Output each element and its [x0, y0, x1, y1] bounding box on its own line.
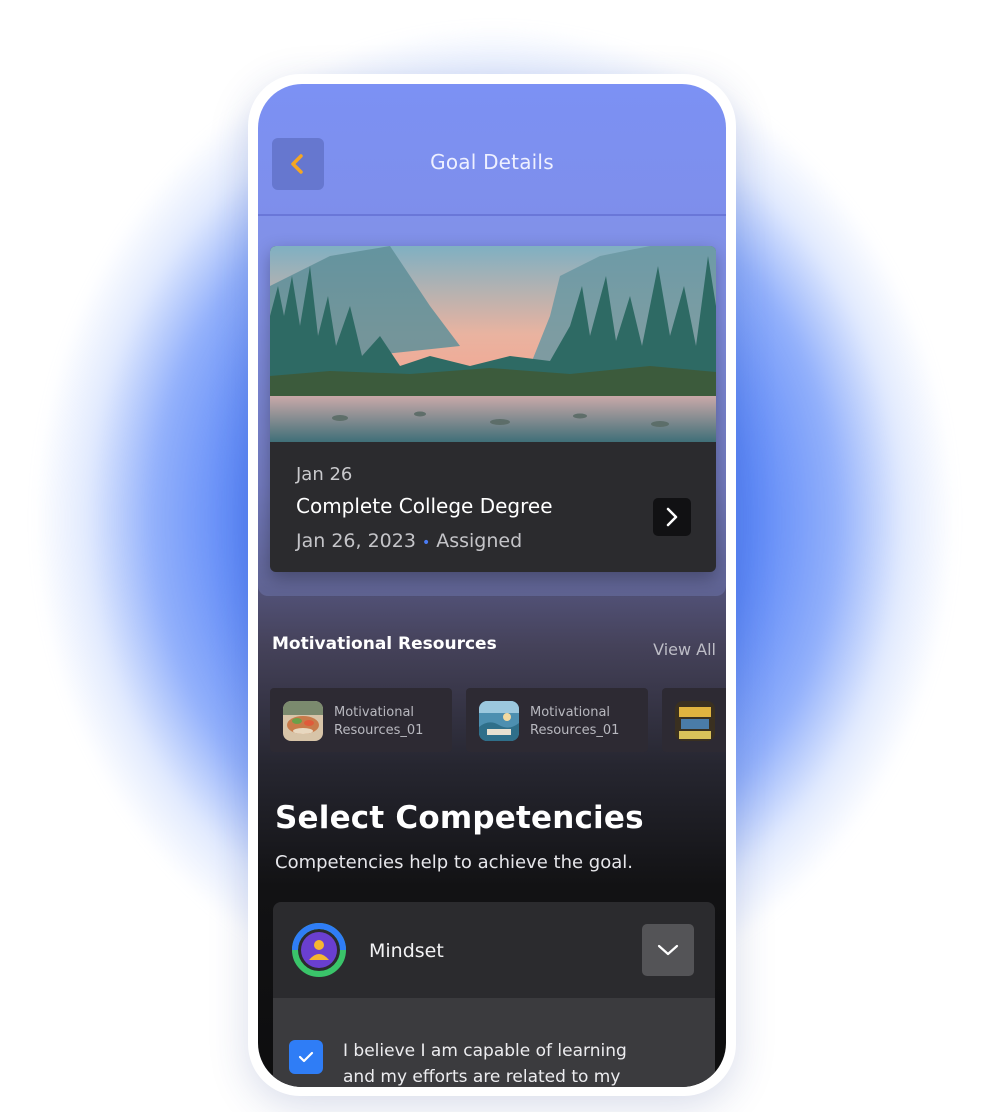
goal-short-date: Jan 26	[296, 464, 353, 485]
open-goal-button[interactable]	[653, 498, 691, 536]
expand-button[interactable]	[642, 924, 694, 976]
chevron-right-icon	[666, 507, 678, 527]
food-photo	[283, 701, 323, 741]
resources-title: Motivational Resources	[272, 634, 497, 654]
resource-card[interactable]: Motivational Resources_01	[270, 688, 452, 752]
phone-frame: Goal Details Jan 26 Complete College Deg…	[248, 74, 736, 1096]
competency-statement-row: I believe I am capable of learning and m…	[273, 998, 715, 1087]
chevron-down-icon	[657, 944, 679, 956]
competencies-subtitle: Competencies help to achieve the goal.	[275, 852, 633, 873]
view-all-link[interactable]: View All	[653, 640, 716, 659]
page-title: Goal Details	[430, 150, 554, 174]
goal-status: Assigned	[436, 530, 523, 552]
goal-card[interactable]: Jan 26 Complete College Degree Jan 26, 2…	[270, 246, 716, 572]
resource-card[interactable]	[662, 688, 726, 752]
competency-card: Mindset I believe I am capable of learni…	[273, 902, 715, 1087]
competencies-title: Select Competencies	[275, 800, 644, 836]
goal-meta: Jan 26, 2023 • Assigned	[296, 530, 522, 552]
goal-title: Complete College Degree	[296, 494, 553, 518]
competency-statement: I believe I am capable of learning and m…	[343, 1041, 627, 1087]
beach-photo	[479, 701, 519, 741]
competency-name: Mindset	[369, 940, 444, 962]
resource-label: Motivational Resources_01	[530, 705, 620, 738]
resources-carousel[interactable]: Motivational Resources_01 Motivational R…	[270, 688, 726, 754]
resource-label: Motivational Resources_01	[334, 705, 424, 738]
goal-cover-image	[270, 246, 716, 442]
app-screen: Goal Details Jan 26 Complete College Deg…	[258, 84, 726, 1087]
statement-checkbox[interactable]	[289, 1040, 323, 1074]
books-photo	[675, 701, 715, 741]
competency-header[interactable]: Mindset	[273, 902, 715, 998]
mindset-icon	[292, 923, 346, 977]
check-icon	[298, 1051, 314, 1063]
status-separator: •	[421, 535, 431, 551]
top-bar: Goal Details	[258, 84, 726, 216]
resource-card[interactable]: Motivational Resources_01	[466, 688, 648, 752]
goal-full-date: Jan 26, 2023	[296, 530, 416, 552]
